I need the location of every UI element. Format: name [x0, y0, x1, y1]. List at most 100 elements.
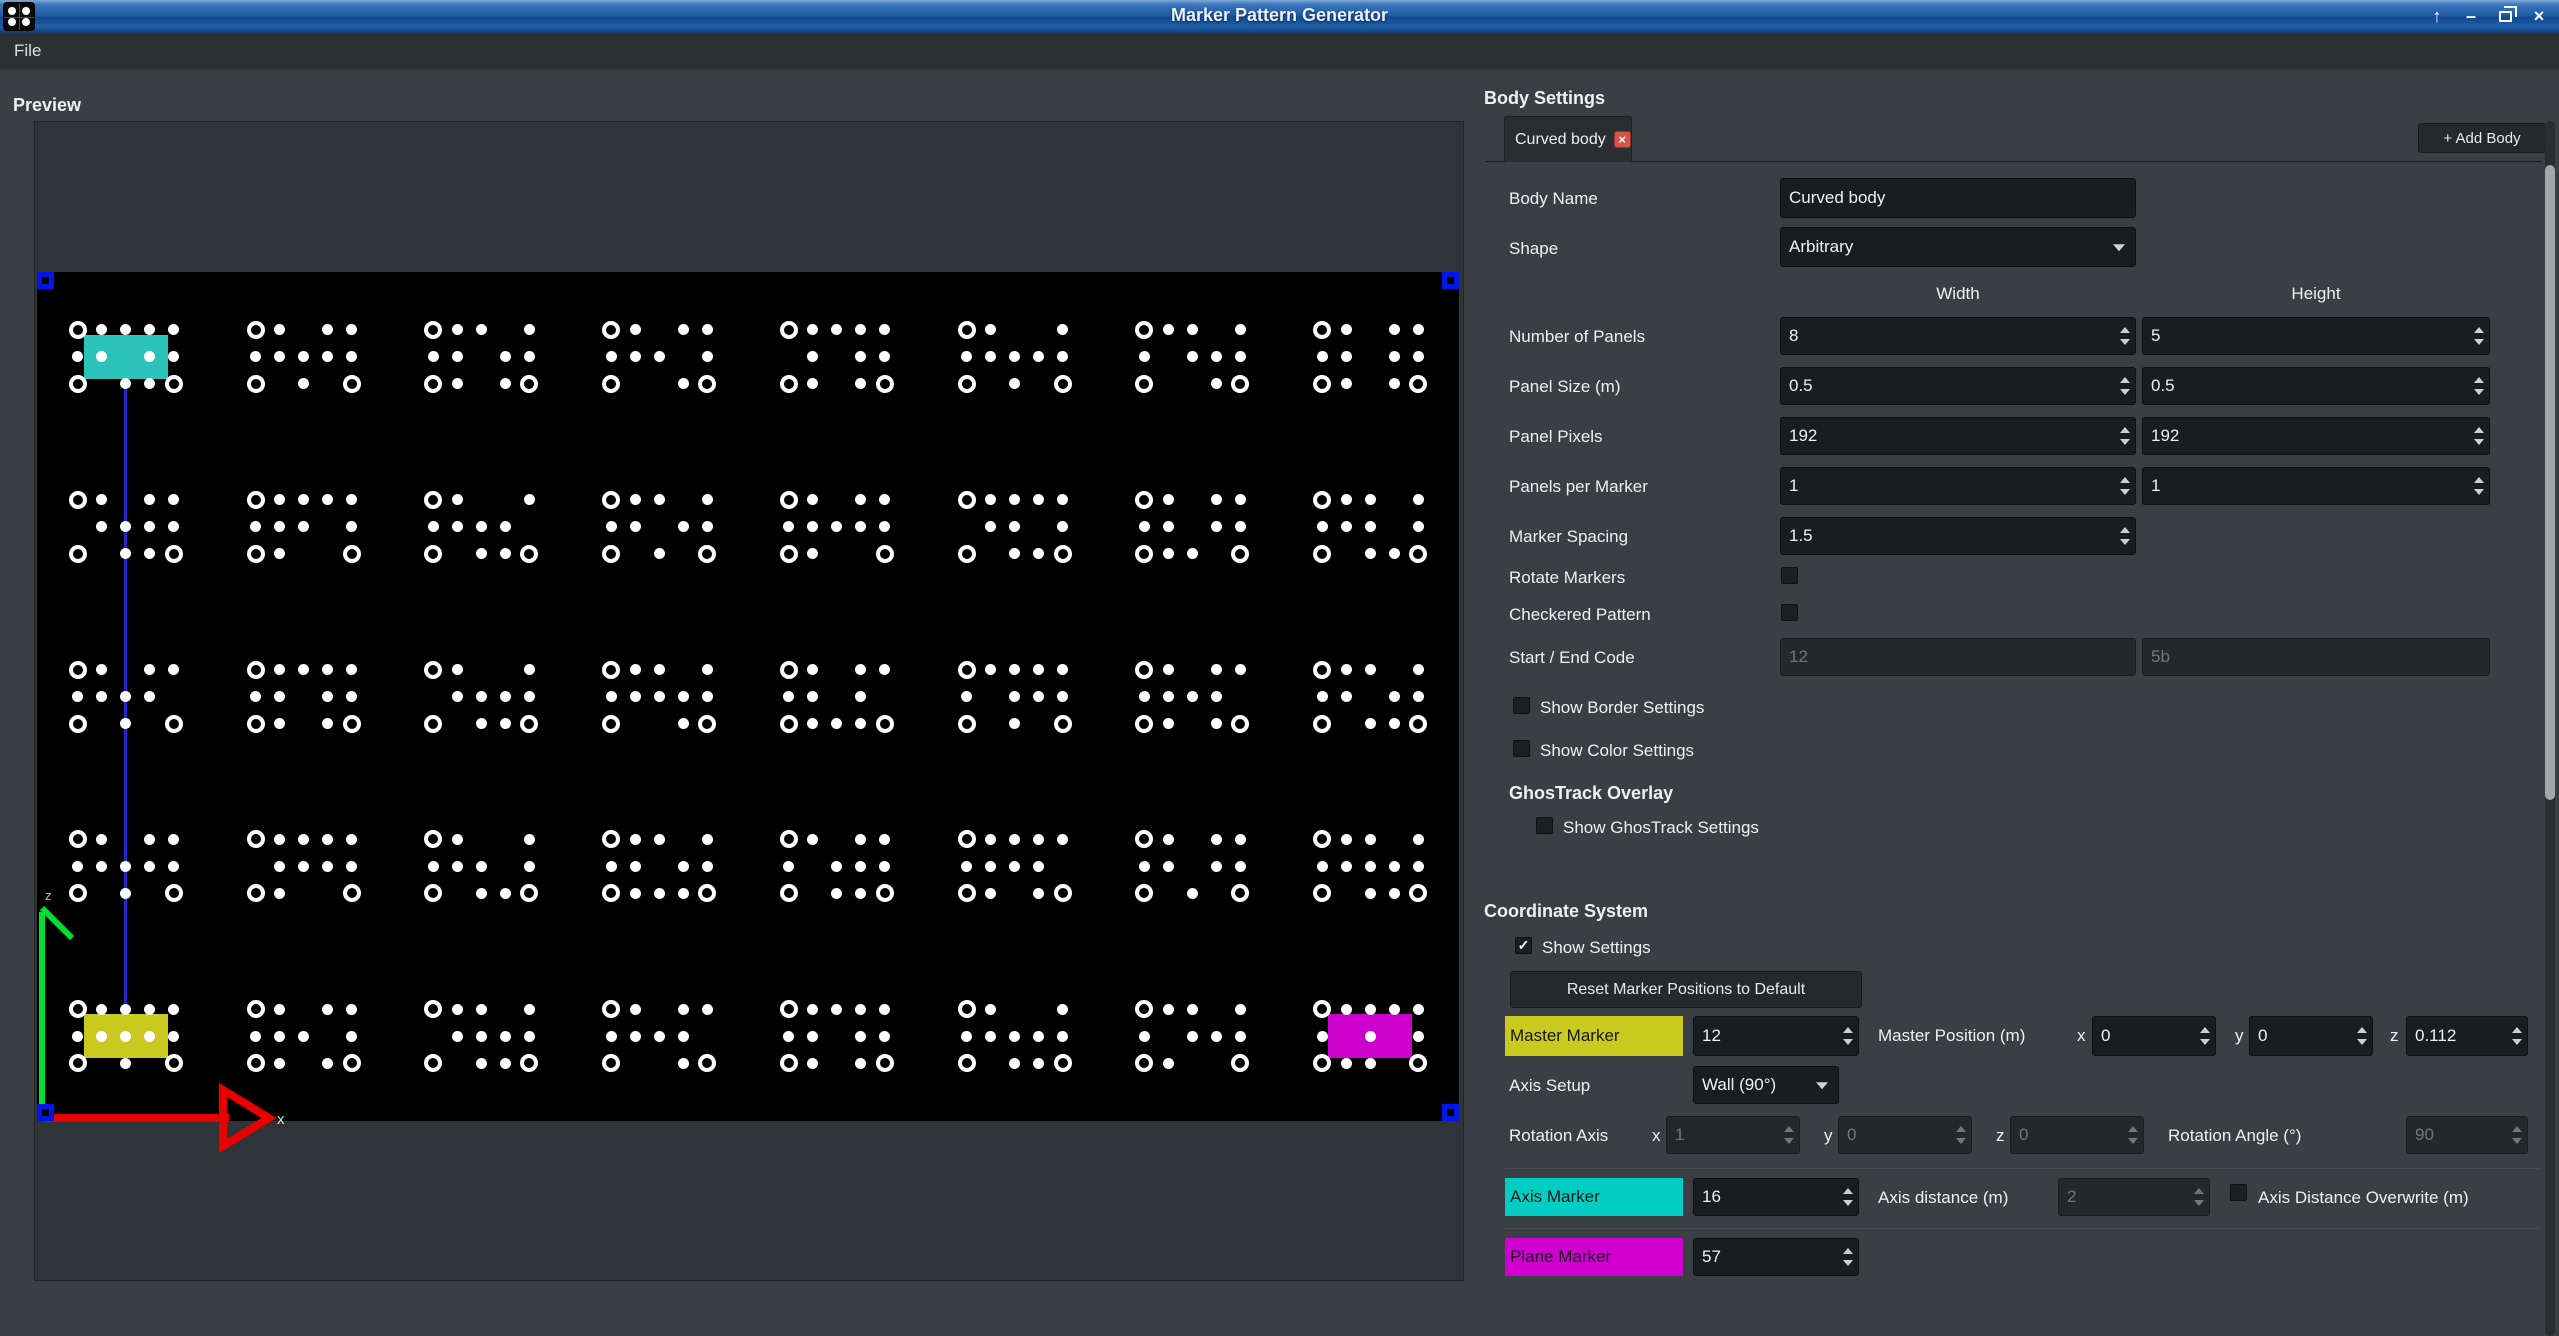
rotation-x-spinbox[interactable]: 1 — [1666, 1116, 1800, 1154]
marker-ring — [1135, 491, 1153, 509]
marker-dot — [1163, 1058, 1174, 1069]
preview-canvas[interactable]: z x — [37, 272, 1459, 1121]
panel-size-width-spinbox[interactable]: 0.5 — [1780, 367, 2136, 405]
start-code-input[interactable]: 12 — [1780, 638, 2136, 676]
marker-dot — [274, 1031, 285, 1042]
master-marker-id-spinbox[interactable]: 12 — [1693, 1016, 1859, 1056]
axis-distance-spinbox[interactable]: 2 — [2058, 1178, 2210, 1216]
rotation-angle-spinbox[interactable]: 90 — [2406, 1116, 2528, 1154]
spinner-arrows-icon[interactable] — [2474, 377, 2484, 395]
panel-pixels-height-spinbox[interactable]: 192 — [2142, 417, 2490, 455]
show-settings-checkbox[interactable] — [1515, 937, 1532, 954]
marker-dot — [1341, 1004, 1352, 1015]
marker-dot — [961, 1031, 972, 1042]
spinner-arrows-icon[interactable] — [2120, 477, 2130, 495]
marker-dot — [985, 888, 996, 899]
show-ghostrack-settings-checkbox[interactable] — [1536, 817, 1553, 834]
marker-dot — [500, 548, 511, 559]
marker-dot — [1187, 1004, 1198, 1015]
marker-ring — [1054, 884, 1072, 902]
show-border-settings-checkbox[interactable] — [1513, 697, 1530, 714]
tab-label: Curved body — [1515, 131, 1606, 149]
add-body-button[interactable]: + Add Body — [2418, 123, 2546, 153]
menu-file[interactable]: File — [14, 41, 41, 61]
spinner-arrows-icon[interactable] — [1843, 1027, 1853, 1045]
axis-setup-label: Axis Setup — [1509, 1076, 1590, 1096]
marker-dot — [452, 1004, 463, 1015]
canvas-corner-handle[interactable] — [1442, 272, 1459, 289]
marker-dot — [1365, 861, 1376, 872]
marker-dot — [654, 351, 665, 362]
end-code-input[interactable]: 5b — [2142, 638, 2490, 676]
marker-ring — [1054, 1054, 1072, 1072]
master-y-spinbox[interactable]: 0 — [2249, 1016, 2373, 1056]
marker-ring — [876, 375, 894, 393]
spinner-arrows-icon[interactable] — [2120, 327, 2130, 345]
marker-dot — [606, 691, 617, 702]
spinner-arrows-icon[interactable] — [2200, 1027, 2210, 1045]
rotation-z-spinbox[interactable]: 0 — [2010, 1116, 2144, 1154]
marker-dot — [1365, 521, 1376, 532]
reset-marker-positions-button[interactable]: Reset Marker Positions to Default — [1510, 971, 1862, 1008]
checkered-pattern-checkbox[interactable] — [1781, 604, 1798, 621]
spinner-arrows-icon[interactable] — [2474, 427, 2484, 445]
canvas-corner-handle[interactable] — [37, 272, 54, 289]
spinner-arrows-icon[interactable] — [1843, 1248, 1853, 1266]
axis-setup-select[interactable]: Wall (90°) — [1693, 1066, 1839, 1104]
spinner-arrows-icon[interactable] — [2474, 477, 2484, 495]
rotation-y-spinbox[interactable]: 0 — [1838, 1116, 1972, 1154]
panels-per-marker-height-spinbox[interactable]: 1 — [2142, 467, 2490, 505]
spinner-arrows-icon[interactable] — [2120, 377, 2130, 395]
master-z-spinbox[interactable]: 0.112 — [2406, 1016, 2528, 1056]
panels-per-marker-width-spinbox[interactable]: 1 — [1780, 467, 2136, 505]
spinner-arrows-icon[interactable] — [2120, 527, 2130, 545]
spinner-arrows-icon[interactable] — [2357, 1027, 2367, 1045]
number-of-panels-height-spinbox[interactable]: 5 — [2142, 317, 2490, 355]
marker-dot — [1235, 1004, 1246, 1015]
panel-size-height-value: 0.5 — [2151, 376, 2175, 396]
marker-ring — [958, 545, 976, 563]
marker-dot — [322, 861, 333, 872]
marker-dot — [678, 888, 689, 899]
close-icon[interactable]: × — [2527, 4, 2551, 28]
chevron-down-icon — [2113, 244, 2125, 251]
axis-distance-overwrite-label: Axis Distance Overwrite (m) — [2258, 1188, 2469, 1208]
marker-dot — [1413, 1031, 1424, 1042]
marker-dot — [120, 1058, 131, 1069]
minimize-icon[interactable]: – — [2459, 4, 2483, 28]
marker-ring — [698, 375, 716, 393]
spinner-arrows-icon[interactable] — [2120, 427, 2130, 445]
axis-marker-id-spinbox[interactable]: 16 — [1693, 1178, 1859, 1216]
shape-select[interactable]: Arbitrary — [1780, 227, 2136, 267]
maximize-icon[interactable] — [2493, 4, 2517, 28]
marker-spacing-spinbox[interactable]: 1.5 — [1780, 517, 2136, 555]
spinner-arrows-icon[interactable] — [2512, 1027, 2522, 1045]
panel-pixels-width-spinbox[interactable]: 192 — [1780, 417, 2136, 455]
panel-size-height-spinbox[interactable]: 0.5 — [2142, 367, 2490, 405]
marker-dot — [678, 1031, 689, 1042]
marker-dot — [452, 494, 463, 505]
scrollbar[interactable] — [2545, 121, 2555, 1336]
panel-pixels-label: Panel Pixels — [1509, 427, 1603, 447]
canvas-corner-handle[interactable] — [37, 1104, 54, 1121]
rotate-markers-checkbox[interactable] — [1781, 567, 1798, 584]
master-x-spinbox[interactable]: 0 — [2092, 1016, 2216, 1056]
spinner-arrows-icon[interactable] — [2474, 327, 2484, 345]
body-name-input[interactable]: Curved body — [1780, 178, 2136, 218]
marker-dot — [606, 351, 617, 362]
shade-icon[interactable]: ↑ — [2425, 4, 2449, 28]
canvas-corner-handle[interactable] — [1442, 1104, 1459, 1121]
tab-curved-body[interactable]: Curved body × — [1504, 116, 1632, 162]
spinner-arrows-icon[interactable] — [1843, 1188, 1853, 1206]
rotation-angle-label: Rotation Angle (°) — [2168, 1126, 2301, 1146]
axis-distance-overwrite-checkbox[interactable] — [2230, 1184, 2247, 1201]
plane-marker-id-spinbox[interactable]: 57 — [1693, 1238, 1859, 1276]
marker-dot — [702, 861, 713, 872]
scrollbar-thumb[interactable] — [2545, 165, 2555, 800]
tab-close-icon[interactable]: × — [1614, 131, 1631, 148]
marker-dot — [476, 1058, 487, 1069]
marker-ring — [247, 715, 265, 733]
plane-marker-chip: Plane Marker — [1505, 1238, 1683, 1276]
show-color-settings-checkbox[interactable] — [1513, 740, 1530, 757]
number-of-panels-width-spinbox[interactable]: 8 — [1780, 317, 2136, 355]
